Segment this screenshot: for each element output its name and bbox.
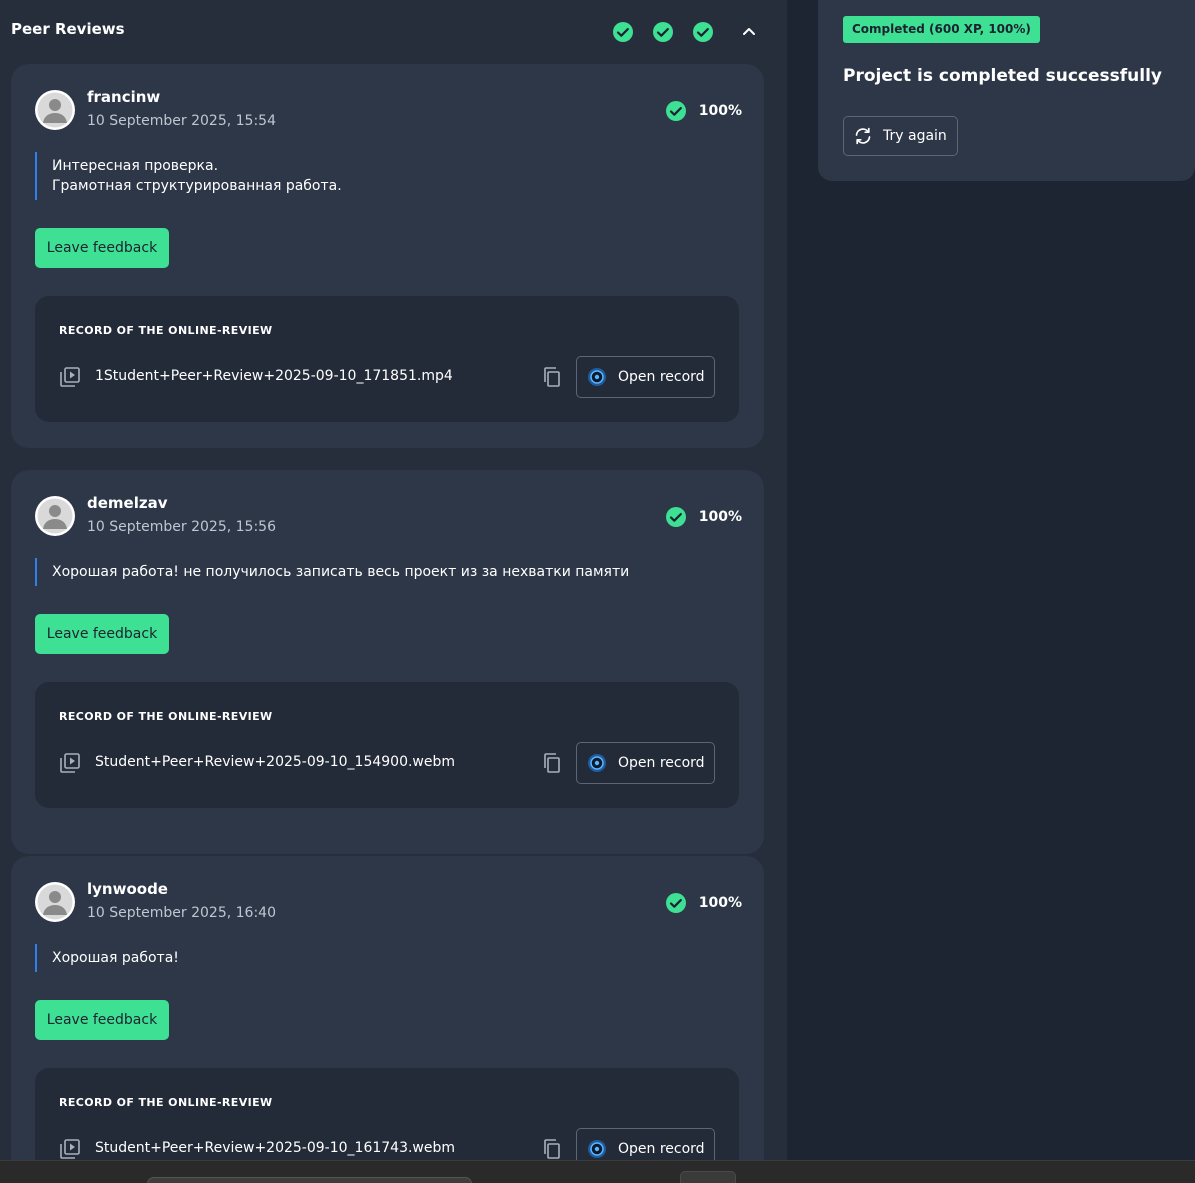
review-comment: Хорошая работа! [35,944,715,972]
video-file-icon [60,1139,80,1159]
comment-line: Хорошая работа! не получилось записать в… [52,564,630,580]
check-circle-icon [693,22,713,42]
review-score: 100% [665,892,742,914]
leave-feedback-button[interactable]: Leave feedback [35,1000,169,1040]
record-heading: RECORD OF THE ONLINE-REVIEW [59,1096,273,1109]
status-badge: Completed (600 XP, 100%) [843,16,1040,43]
open-record-button[interactable]: Open record [576,1128,715,1160]
taskbar [0,1160,1195,1183]
reviewer-name[interactable]: demelzav [87,494,168,512]
video-file-icon [60,753,80,773]
avatar-icon [35,496,75,536]
comment-line: Интересная проверка. [52,158,219,174]
review-card: lynwoode 10 September 2025, 16:40 100% Х… [11,856,764,1160]
record-file-name: 1Student+Peer+Review+2025-09-10_171851.m… [95,368,453,384]
chevron-up-icon[interactable] [740,22,758,40]
open-record-button[interactable]: Open record [576,356,715,398]
project-status-panel: Completed (600 XP, 100%) Project is comp… [818,0,1195,181]
summary-checks [612,21,714,43]
leave-feedback-button[interactable]: Leave feedback [35,228,169,268]
score-value: 100% [698,895,742,911]
copy-icon[interactable] [541,366,563,388]
reviewer-name[interactable]: francinw [87,88,160,106]
check-circle-icon [665,101,686,121]
score-value: 100% [698,509,742,525]
leave-feedback-button[interactable]: Leave feedback [35,614,169,654]
record-heading: RECORD OF THE ONLINE-REVIEW [59,324,273,337]
avatar-icon [35,882,75,922]
review-date: 10 September 2025, 15:54 [87,113,276,129]
review-card: francinw 10 September 2025, 15:54 100% И… [11,64,764,448]
try-again-button[interactable]: Try again [843,116,958,156]
online-review-record: RECORD OF THE ONLINE-REVIEW Student+Peer… [35,1068,739,1160]
open-record-label: Open record [618,755,705,771]
refresh-icon [855,127,871,145]
copy-icon[interactable] [541,752,563,774]
open-record-label: Open record [618,369,705,385]
video-camera-icon [588,368,606,386]
reviewer-name[interactable]: lynwoode [87,880,168,898]
copy-icon[interactable] [541,1138,563,1160]
record-heading: RECORD OF THE ONLINE-REVIEW [59,710,273,723]
review-score: 100% [665,100,742,122]
section-title: Peer Reviews [11,20,125,38]
taskbar-app[interactable] [680,1171,736,1183]
record-file-name: Student+Peer+Review+2025-09-10_161743.we… [95,1140,456,1156]
comment-line: Хорошая работа! [52,950,179,966]
record-file-name: Student+Peer+Review+2025-09-10_154900.we… [95,754,456,770]
review-date: 10 September 2025, 16:40 [87,905,276,921]
review-comment: Интересная проверка. Грамотная структури… [35,152,715,200]
video-camera-icon [588,1140,606,1158]
review-card: demelzav 10 September 2025, 15:56 100% Х… [11,470,764,854]
taskbar-search[interactable] [147,1177,472,1183]
video-file-icon [60,367,80,387]
check-circle-icon [613,22,633,42]
review-score: 100% [665,506,742,528]
peer-reviews-header[interactable]: Peer Reviews [11,0,766,62]
avatar-icon [35,90,75,130]
online-review-record: RECORD OF THE ONLINE-REVIEW 1Student+Pee… [35,296,739,422]
peer-reviews-section: Peer Reviews francinw 10 September 2025,… [0,0,787,1160]
comment-line: Грамотная структурированная работа. [52,178,342,194]
check-circle-icon [665,893,686,913]
review-date: 10 September 2025, 15:56 [87,519,276,535]
review-comment: Хорошая работа! не получилось записать в… [35,558,715,586]
score-value: 100% [698,103,742,119]
online-review-record: RECORD OF THE ONLINE-REVIEW Student+Peer… [35,682,739,808]
status-title: Project is completed successfully [843,66,1162,86]
open-record-label: Open record [618,1141,705,1157]
video-camera-icon [588,754,606,772]
check-circle-icon [653,22,673,42]
check-circle-icon [665,507,686,527]
try-again-label: Try again [883,128,947,144]
open-record-button[interactable]: Open record [576,742,715,784]
